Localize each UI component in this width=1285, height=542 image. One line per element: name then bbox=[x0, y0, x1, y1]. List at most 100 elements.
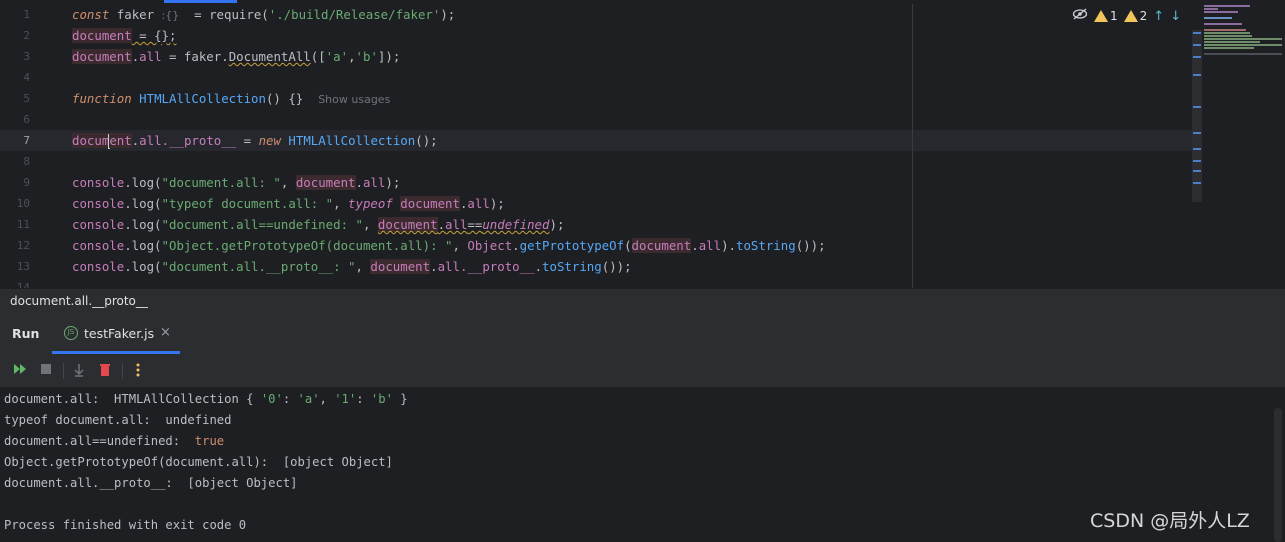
string-literal: './build/Release/faker' bbox=[268, 7, 441, 22]
code-editor[interactable]: 1 2 3 4 5 6 7 8 9 10 11 12 13 14 const f… bbox=[0, 0, 1285, 288]
warning-count-a[interactable]: 1 bbox=[1094, 9, 1118, 23]
code-line-7[interactable]: document.all.__proto__ = new HTMLAllColl… bbox=[72, 130, 912, 151]
code-text: ([ bbox=[310, 49, 326, 64]
current-line-number: 7 bbox=[23, 134, 30, 147]
global-object: document bbox=[631, 238, 692, 253]
code-line-13[interactable]: console.log("document.all.__proto__: ", … bbox=[72, 256, 912, 277]
code-line-8[interactable] bbox=[72, 151, 912, 172]
keyword: const bbox=[72, 7, 110, 22]
code-line-9[interactable]: console.log("document.all: ", document.a… bbox=[72, 172, 912, 193]
console-string: '1' bbox=[334, 392, 357, 406]
keyword: function bbox=[72, 91, 132, 106]
code-line-5[interactable]: function HTMLAllCollection() {} Show usa… bbox=[72, 88, 912, 109]
rerun-icon[interactable] bbox=[12, 363, 28, 379]
toolbar-separator bbox=[63, 363, 64, 379]
property: all bbox=[445, 217, 468, 232]
code-line-4[interactable] bbox=[72, 67, 912, 88]
breadcrumb[interactable]: document.all.__proto__ bbox=[0, 288, 1285, 312]
code-line-12[interactable]: console.log("Object.getPrototypeOf(docum… bbox=[72, 235, 912, 256]
minimap-line bbox=[1204, 29, 1246, 31]
code-text: , bbox=[452, 238, 468, 253]
global-object: console bbox=[72, 196, 125, 211]
next-problem-icon[interactable]: ↓ bbox=[1170, 9, 1181, 24]
run-tab-label: testFaker.js bbox=[84, 326, 155, 341]
reader-mode-icon[interactable] bbox=[1072, 8, 1088, 24]
function-name: require bbox=[209, 7, 262, 22]
function-name: DocumentAll bbox=[228, 49, 311, 64]
string-literal: "document.all.__proto__: " bbox=[161, 259, 356, 274]
class-name: HTMLAllCollection bbox=[280, 133, 416, 148]
console-string: 'b' bbox=[370, 392, 393, 406]
global-object: docum bbox=[72, 133, 110, 148]
property: all bbox=[437, 259, 460, 274]
run-tab-testfaker[interactable]: JS testFaker.js × bbox=[52, 312, 180, 354]
code-text: () {} bbox=[265, 91, 304, 106]
string-literal: 'a' bbox=[325, 49, 349, 64]
code-text: , bbox=[355, 259, 371, 274]
global-object: document bbox=[72, 49, 132, 64]
console-scrollbar[interactable] bbox=[1274, 408, 1282, 542]
code-line-6[interactable] bbox=[72, 109, 912, 130]
property: all bbox=[139, 49, 162, 64]
nodejs-icon: JS bbox=[64, 326, 78, 340]
line-number: 9 bbox=[23, 176, 30, 189]
property: all bbox=[467, 196, 490, 211]
minimap-line bbox=[1204, 35, 1252, 37]
show-usages-link[interactable]: Show usages bbox=[318, 93, 390, 106]
code-lines[interactable]: const faker :{} = require('./build/Relea… bbox=[72, 4, 912, 277]
console-line: document.all.__proto__: [object Object] bbox=[4, 476, 298, 490]
close-icon[interactable]: × bbox=[160, 325, 171, 340]
code-text: . bbox=[512, 238, 520, 253]
run-panel-title: Run bbox=[12, 326, 40, 341]
code-line-10[interactable]: console.log("typeof document.all: ", typ… bbox=[72, 193, 912, 214]
code-text: .log( bbox=[124, 259, 162, 274]
code-text: = bbox=[179, 7, 210, 22]
stop-icon[interactable] bbox=[38, 363, 54, 379]
code-text: = faker. bbox=[161, 49, 229, 64]
minimap-line bbox=[1204, 11, 1238, 13]
minimap-line bbox=[1204, 41, 1260, 43]
code-line-3[interactable]: document.all = faker.DocumentAll(['a','b… bbox=[72, 46, 912, 67]
console-text: document.all: HTMLAllCollection { bbox=[4, 392, 261, 406]
toolbar-separator bbox=[122, 363, 123, 379]
code-text: ); bbox=[385, 175, 401, 190]
console-line: typeof document.all: undefined bbox=[4, 413, 232, 427]
warning-count-b[interactable]: 2 bbox=[1123, 9, 1147, 23]
scroll-marker bbox=[1193, 44, 1201, 46]
minimap-line bbox=[1204, 5, 1250, 7]
watermark: CSDN @局外人LZ bbox=[1090, 510, 1250, 532]
global-object: console bbox=[72, 217, 125, 232]
code-text: .log( bbox=[124, 196, 162, 211]
minimap-line bbox=[1204, 32, 1250, 34]
console-line: document.all: HTMLAllCollection { '0': '… bbox=[4, 389, 408, 410]
editor-scrollbar[interactable] bbox=[1192, 30, 1202, 202]
global-object: document bbox=[400, 196, 460, 211]
function-name: toString bbox=[736, 238, 796, 253]
line-number: 12 bbox=[16, 239, 30, 252]
previous-problem-icon[interactable]: ↑ bbox=[1153, 9, 1164, 24]
function-name: toString bbox=[542, 259, 602, 274]
line-number: 11 bbox=[16, 218, 30, 231]
more-icon[interactable] bbox=[130, 363, 146, 379]
code-text: (); bbox=[415, 133, 438, 148]
console-string: 'a' bbox=[297, 392, 320, 406]
code-text: , bbox=[348, 49, 356, 64]
inspections-widget[interactable]: 1 2 ↑ ↓ bbox=[1072, 8, 1181, 24]
keyword: undefined bbox=[482, 217, 550, 232]
trash-icon[interactable] bbox=[97, 363, 113, 379]
code-text: ); bbox=[549, 217, 565, 232]
scroll-marker bbox=[1193, 182, 1201, 184]
property: all bbox=[362, 175, 386, 190]
scroll-to-end-icon[interactable] bbox=[71, 363, 87, 379]
code-line-1[interactable]: const faker :{} = require('./build/Relea… bbox=[72, 4, 912, 25]
minimap-line bbox=[1204, 53, 1282, 55]
console-text: : bbox=[282, 392, 298, 406]
code-line-2[interactable]: document = {}; bbox=[72, 25, 912, 46]
scroll-marker bbox=[1193, 74, 1201, 76]
code-text: . bbox=[355, 175, 363, 190]
code-line-11[interactable]: console.log("document.all==undefined: ",… bbox=[72, 214, 912, 235]
line-number-gutter[interactable]: 1 2 3 4 5 6 7 8 9 10 11 12 13 14 bbox=[0, 4, 50, 288]
warning-icon bbox=[1123, 10, 1138, 22]
function-name: getPrototypeOf bbox=[519, 238, 625, 253]
code-minimap[interactable] bbox=[1202, 4, 1285, 59]
